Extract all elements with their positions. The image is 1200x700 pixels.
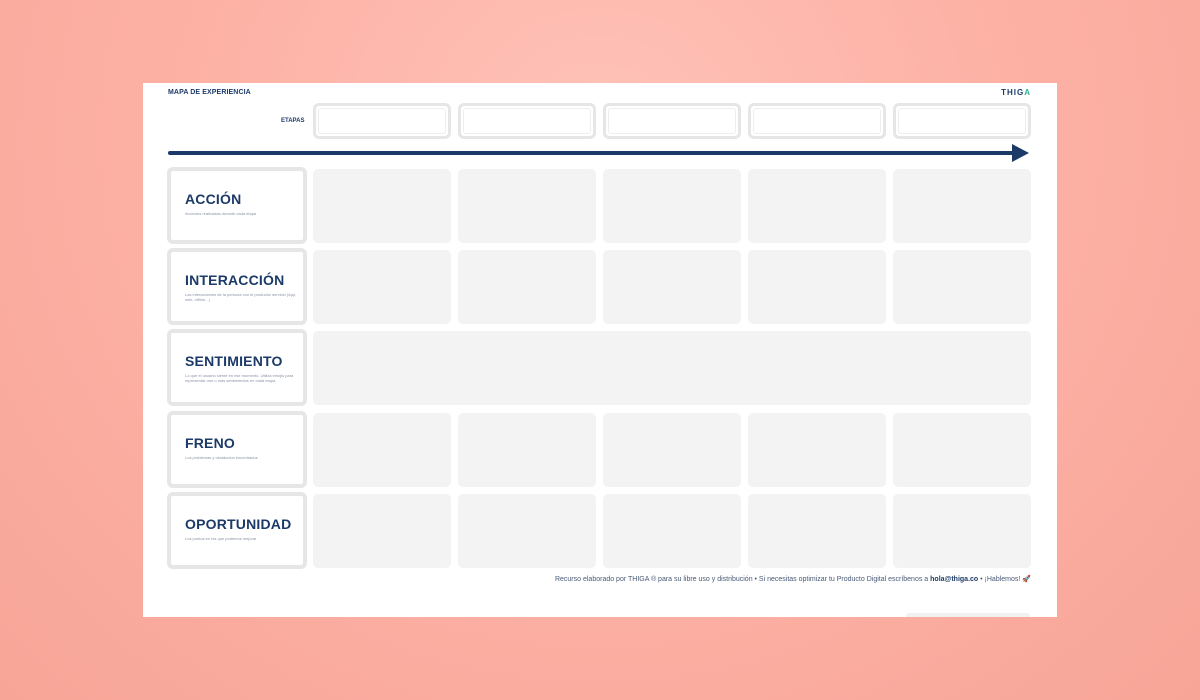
footer-credits: Recurso elaborado por THIGA ® para su li… xyxy=(555,575,1031,583)
partial-element xyxy=(906,613,1030,617)
cell-interaccion-1[interactable] xyxy=(313,250,451,324)
row-title: INTERACCIÓN xyxy=(185,272,285,288)
stages-label: ETAPAS xyxy=(281,118,305,124)
cell-accion-4[interactable] xyxy=(748,169,886,243)
cell-freno-4[interactable] xyxy=(748,413,886,487)
footer-cta: • ¡Hablemos! xyxy=(978,576,1023,583)
rocket-icon: 🚀 xyxy=(1022,576,1031,583)
cell-accion-1[interactable] xyxy=(313,169,451,243)
logo-text: THIG xyxy=(1001,88,1025,97)
stage-field-3[interactable] xyxy=(603,103,741,139)
cell-oportunidad-1[interactable] xyxy=(313,494,451,568)
timeline-arrow xyxy=(168,151,1016,155)
row-title: ACCIÓN xyxy=(185,191,242,207)
cell-accion-2[interactable] xyxy=(458,169,596,243)
experience-map-board: MAPA DE EXPERIENCIA THIGA ETAPAS ACCIÓN … xyxy=(143,83,1057,617)
logo-accent: A xyxy=(1024,88,1031,97)
row-title: OPORTUNIDAD xyxy=(185,516,292,532)
cell-interaccion-5[interactable] xyxy=(893,250,1031,324)
row-label-interaccion: INTERACCIÓN Las interacciones de la pers… xyxy=(167,248,307,325)
board-title: MAPA DE EXPERIENCIA xyxy=(168,89,251,96)
contact-email-link[interactable]: hola@thiga.co xyxy=(930,576,978,583)
row-title: SENTIMIENTO xyxy=(185,353,283,369)
row-description: Los puntos en los que podemos mejorar xyxy=(185,536,257,541)
row-label-accion: ACCIÓN Acciones realizadas durante cada … xyxy=(167,167,307,244)
cell-oportunidad-3[interactable] xyxy=(603,494,741,568)
stage-field-2[interactable] xyxy=(458,103,596,139)
row-description: Lo que el usuario siente en ese momento.… xyxy=(185,373,294,383)
cell-oportunidad-4[interactable] xyxy=(748,494,886,568)
cell-freno-1[interactable] xyxy=(313,413,451,487)
cell-interaccion-4[interactable] xyxy=(748,250,886,324)
cell-freno-2[interactable] xyxy=(458,413,596,487)
footer-text: Recurso elaborado por THIGA ® para su li… xyxy=(554,576,931,583)
stage-field-5[interactable] xyxy=(893,103,1031,139)
cell-freno-3[interactable] xyxy=(603,413,741,487)
thiga-logo: THIGA xyxy=(1001,88,1031,97)
cell-freno-5[interactable] xyxy=(893,413,1031,487)
row-label-sentimiento: SENTIMIENTO Lo que el usuario siente en … xyxy=(167,329,307,406)
row-description: Las interacciones de la persona con el p… xyxy=(185,292,297,302)
cell-accion-3[interactable] xyxy=(603,169,741,243)
cell-sentimiento[interactable] xyxy=(313,331,1031,405)
cell-accion-5[interactable] xyxy=(893,169,1031,243)
row-title: FRENO xyxy=(185,435,235,451)
arrow-head-icon xyxy=(1012,144,1029,162)
stage-field-4[interactable] xyxy=(748,103,886,139)
cell-oportunidad-2[interactable] xyxy=(458,494,596,568)
row-label-freno: FRENO Los problemas y obstáculos encontr… xyxy=(167,411,307,488)
stage-field-1[interactable] xyxy=(313,103,451,139)
cell-oportunidad-5[interactable] xyxy=(893,494,1031,568)
row-label-oportunidad: OPORTUNIDAD Los puntos en los que podemo… xyxy=(167,492,307,569)
row-description: Los problemas y obstáculos encontrados xyxy=(185,455,258,460)
cell-interaccion-3[interactable] xyxy=(603,250,741,324)
cell-interaccion-2[interactable] xyxy=(458,250,596,324)
row-description: Acciones realizadas durante cada etapa xyxy=(185,211,257,216)
